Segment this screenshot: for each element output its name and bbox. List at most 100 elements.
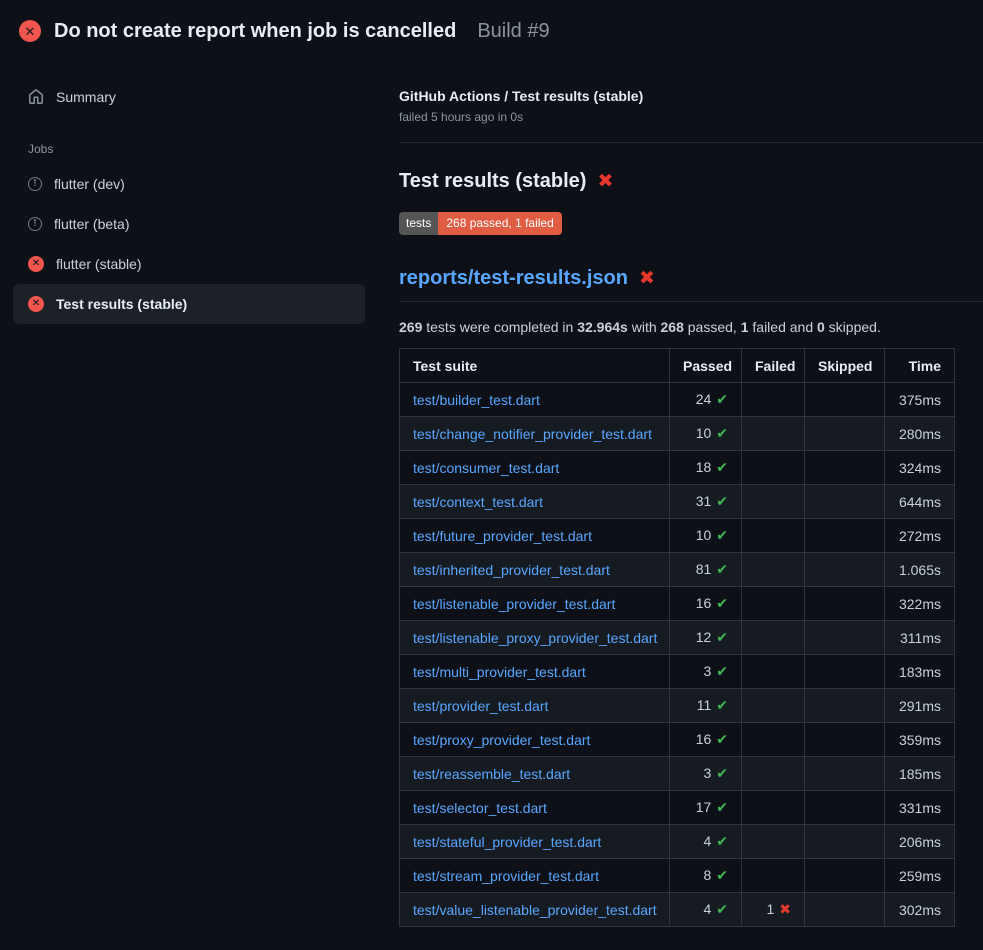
test-suite-link[interactable]: test/listenable_proxy_provider_test.dart [413, 630, 657, 646]
cell-skipped [805, 417, 885, 451]
cell-time: 375ms [885, 383, 955, 417]
cell-time: 322ms [885, 587, 955, 621]
x-circle-icon: ✕ [19, 20, 41, 42]
test-suite-link[interactable]: test/proxy_provider_test.dart [413, 732, 590, 748]
divider [399, 142, 983, 143]
passed-count: 31 [696, 493, 712, 509]
table-row: test/proxy_provider_test.dart16✔359ms [400, 723, 955, 757]
test-suite-link[interactable]: test/selector_test.dart [413, 800, 547, 816]
failed-count: 1 [766, 901, 774, 917]
test-suite-link[interactable]: test/provider_test.dart [413, 698, 548, 714]
passed-count: 11 [697, 697, 712, 713]
cell-test-suite: test/future_provider_test.dart [400, 519, 670, 553]
cell-skipped [805, 893, 885, 927]
test-suite-link[interactable]: test/stateful_provider_test.dart [413, 834, 601, 850]
cell-passed: 4✔ [670, 825, 742, 859]
cell-skipped [805, 723, 885, 757]
cell-failed [742, 825, 805, 859]
sidebar-item-flutter-beta[interactable]: !flutter (beta) [13, 204, 365, 244]
sidebar-item-flutter-stable[interactable]: ✕flutter (stable) [13, 244, 365, 284]
passed-count: 17 [696, 799, 712, 815]
cell-failed [742, 587, 805, 621]
cell-test-suite: test/proxy_provider_test.dart [400, 723, 670, 757]
cell-time: 311ms [885, 621, 955, 655]
test-suite-link[interactable]: test/listenable_provider_test.dart [413, 596, 615, 612]
test-suite-link[interactable]: test/consumer_test.dart [413, 460, 559, 476]
cell-test-suite: test/context_test.dart [400, 485, 670, 519]
app-header: ✕ Do not create report when job is cance… [0, 0, 983, 56]
cell-passed: 10✔ [670, 519, 742, 553]
check-icon: ✔ [716, 596, 728, 612]
sidebar-item-label: flutter (dev) [54, 176, 125, 192]
status-line: failed 5 hours ago in 0s [399, 110, 983, 124]
sidebar-item-flutter-dev[interactable]: !flutter (dev) [13, 164, 365, 204]
cell-failed [742, 689, 805, 723]
test-suite-link[interactable]: test/reassemble_test.dart [413, 766, 570, 782]
passed-count: 4 [703, 901, 711, 917]
table-row: test/listenable_proxy_provider_test.dart… [400, 621, 955, 655]
cell-passed: 24✔ [670, 383, 742, 417]
check-icon: ✔ [716, 630, 728, 646]
cell-time: 302ms [885, 893, 955, 927]
cell-time: 644ms [885, 485, 955, 519]
check-icon: ✔ [716, 698, 728, 714]
cross-icon: ✖ [779, 902, 791, 918]
cell-time: 359ms [885, 723, 955, 757]
test-suite-link[interactable]: test/builder_test.dart [413, 392, 540, 408]
test-suite-link[interactable]: test/inherited_provider_test.dart [413, 562, 610, 578]
cell-failed [742, 417, 805, 451]
cell-failed [742, 451, 805, 485]
check-icon: ✔ [716, 732, 728, 748]
cell-skipped [805, 485, 885, 519]
cell-passed: 16✔ [670, 587, 742, 621]
cell-skipped [805, 451, 885, 485]
sidebar-jobs-list: !flutter (dev)!flutter (beta)✕flutter (s… [13, 164, 365, 324]
test-suite-link[interactable]: test/multi_provider_test.dart [413, 664, 586, 680]
cell-failed [742, 519, 805, 553]
passed-count: 81 [696, 561, 712, 577]
cell-skipped [805, 383, 885, 417]
cell-test-suite: test/stream_provider_test.dart [400, 859, 670, 893]
table-row: test/stateful_provider_test.dart4✔206ms [400, 825, 955, 859]
cell-test-suite: test/listenable_proxy_provider_test.dart [400, 621, 670, 655]
check-icon: ✔ [716, 460, 728, 476]
cell-test-suite: test/provider_test.dart [400, 689, 670, 723]
cell-time: 280ms [885, 417, 955, 451]
cell-test-suite: test/consumer_test.dart [400, 451, 670, 485]
cross-mark-icon: ✖ [639, 269, 655, 288]
test-suite-link[interactable]: test/change_notifier_provider_test.dart [413, 426, 652, 442]
cell-failed [742, 757, 805, 791]
test-suite-link[interactable]: test/value_listenable_provider_test.dart [413, 902, 657, 918]
sidebar-item-test-results-stable[interactable]: ✕Test results (stable) [13, 284, 365, 324]
test-suite-link[interactable]: test/context_test.dart [413, 494, 543, 510]
passed-count: 3 [703, 765, 711, 781]
cell-time: 331ms [885, 791, 955, 825]
x-circle-icon: ✕ [28, 256, 44, 272]
cell-test-suite: test/builder_test.dart [400, 383, 670, 417]
cell-test-suite: test/reassemble_test.dart [400, 757, 670, 791]
table-row: test/inherited_provider_test.dart81✔1.06… [400, 553, 955, 587]
cell-passed: 3✔ [670, 655, 742, 689]
sidebar: Summary Jobs !flutter (dev)!flutter (bet… [0, 56, 383, 324]
cell-test-suite: test/value_listenable_provider_test.dart [400, 893, 670, 927]
sidebar-summary-label: Summary [56, 89, 116, 105]
check-icon: ✔ [716, 800, 728, 816]
report-file-link[interactable]: reports/test-results.json [399, 267, 628, 290]
cell-time: 291ms [885, 689, 955, 723]
table-row: test/consumer_test.dart18✔324ms [400, 451, 955, 485]
check-icon: ✔ [716, 664, 728, 680]
build-number: Build #9 [477, 20, 549, 43]
cell-passed: 81✔ [670, 553, 742, 587]
results-table-body: test/builder_test.dart 24✔ 375ms test/chang… [400, 383, 955, 927]
table-row: test/context_test.dart31✔644ms [400, 485, 955, 519]
cell-failed [742, 621, 805, 655]
test-suite-link[interactable]: test/future_provider_test.dart [413, 528, 592, 544]
check-icon: ✔ [716, 902, 728, 918]
sidebar-item-summary[interactable]: Summary [13, 84, 365, 110]
cell-failed [742, 791, 805, 825]
cell-skipped [805, 859, 885, 893]
breadcrumb: GitHub Actions / Test results (stable) [399, 88, 983, 104]
column-header-time: Time [885, 349, 955, 383]
column-header-skipped: Skipped [805, 349, 885, 383]
test-suite-link[interactable]: test/stream_provider_test.dart [413, 868, 599, 884]
